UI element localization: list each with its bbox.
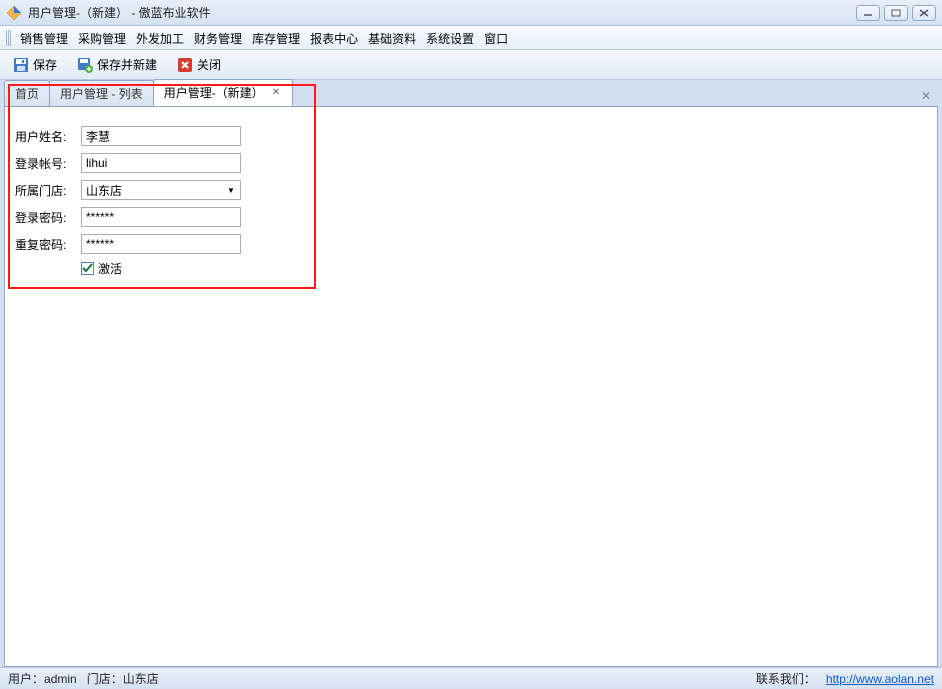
window-title: 用户管理-（新建） - 傲蓝布业软件	[28, 4, 856, 21]
tabs-close-all[interactable]: ✕	[918, 88, 934, 104]
label-password: 登录密码:	[15, 209, 81, 226]
contact-link[interactable]: http://www.aolan.net	[826, 672, 934, 686]
close-window-button[interactable]	[912, 5, 936, 21]
menu-inventory[interactable]: 库存管理	[248, 27, 304, 50]
save-new-icon	[77, 57, 93, 73]
titlebar: 用户管理-（新建） - 傲蓝布业软件	[0, 0, 942, 26]
window-controls	[856, 5, 936, 21]
content-panel: 用户姓名: 登录帐号: 所属门店: 山东店 ▼ 登录密码: 重复密码:	[4, 106, 938, 667]
close-icon	[177, 57, 193, 73]
app-icon	[6, 5, 22, 21]
user-form: 用户姓名: 登录帐号: 所属门店: 山东店 ▼ 登录密码: 重复密码:	[5, 107, 305, 295]
tab-label: 用户管理 - 列表	[60, 85, 143, 102]
tab-label: 用户管理-（新建）	[164, 84, 264, 101]
status-user: 用户：admin	[8, 670, 77, 687]
close-button[interactable]: 关闭	[172, 54, 226, 75]
label-username: 用户姓名:	[15, 128, 81, 145]
status-store: 门店：山东店	[87, 670, 159, 687]
label-account: 登录帐号:	[15, 155, 81, 172]
menu-finance[interactable]: 财务管理	[190, 27, 246, 50]
menu-purchase[interactable]: 采购管理	[74, 27, 130, 50]
menu-window[interactable]: 窗口	[480, 27, 512, 50]
menu-sales[interactable]: 销售管理	[16, 27, 72, 50]
tab-user-new[interactable]: 用户管理-（新建） ✕	[153, 79, 293, 106]
row-password: 登录密码:	[15, 206, 295, 228]
save-label: 保存	[33, 56, 57, 73]
input-repeat-password[interactable]	[81, 234, 241, 254]
status-contact: 联系我们： http://www.aolan.net	[756, 670, 934, 687]
save-new-button[interactable]: 保存并新建	[72, 54, 162, 75]
minimize-button[interactable]	[856, 5, 880, 21]
label-active: 激活	[98, 260, 122, 277]
checkbox-active[interactable]	[81, 262, 94, 275]
menu-outsource[interactable]: 外发加工	[132, 27, 188, 50]
tab-user-list[interactable]: 用户管理 - 列表	[49, 80, 154, 106]
statusbar: 用户：admin 门店：山东店 联系我们： http://www.aolan.n…	[0, 667, 942, 689]
menubar-grip	[6, 30, 11, 46]
input-username[interactable]	[81, 126, 241, 146]
menu-report[interactable]: 报表中心	[306, 27, 362, 50]
maximize-button[interactable]	[884, 5, 908, 21]
tab-close-icon[interactable]: ✕	[270, 87, 282, 98]
row-username: 用户姓名:	[15, 125, 295, 147]
tab-label: 首页	[15, 85, 39, 102]
menubar: 销售管理 采购管理 外发加工 财务管理 库存管理 报表中心 基础资料 系统设置 …	[0, 26, 942, 50]
chevron-down-icon: ▼	[224, 186, 238, 195]
select-store-value: 山东店	[86, 182, 122, 199]
input-account[interactable]	[81, 153, 241, 173]
row-active: 激活	[15, 260, 295, 277]
row-repeat-password: 重复密码:	[15, 233, 295, 255]
input-password[interactable]	[81, 207, 241, 227]
select-store[interactable]: 山东店 ▼	[81, 180, 241, 200]
row-account: 登录帐号:	[15, 152, 295, 174]
save-icon	[13, 57, 29, 73]
save-new-label: 保存并新建	[97, 56, 157, 73]
tabs-row: 首页 用户管理 - 列表 用户管理-（新建） ✕ ✕	[4, 80, 938, 106]
label-store: 所属门店:	[15, 182, 81, 199]
tab-home[interactable]: 首页	[4, 80, 50, 106]
menu-basicdata[interactable]: 基础资料	[364, 27, 420, 50]
menu-syssetting[interactable]: 系统设置	[422, 27, 478, 50]
save-button[interactable]: 保存	[8, 54, 62, 75]
toolbar: 保存 保存并新建 关闭	[0, 50, 942, 80]
row-store: 所属门店: 山东店 ▼	[15, 179, 295, 201]
close-label: 关闭	[197, 56, 221, 73]
workspace: 首页 用户管理 - 列表 用户管理-（新建） ✕ ✕ 用户姓名: 登录帐号: 所…	[0, 80, 942, 667]
label-repeat-password: 重复密码:	[15, 236, 81, 253]
